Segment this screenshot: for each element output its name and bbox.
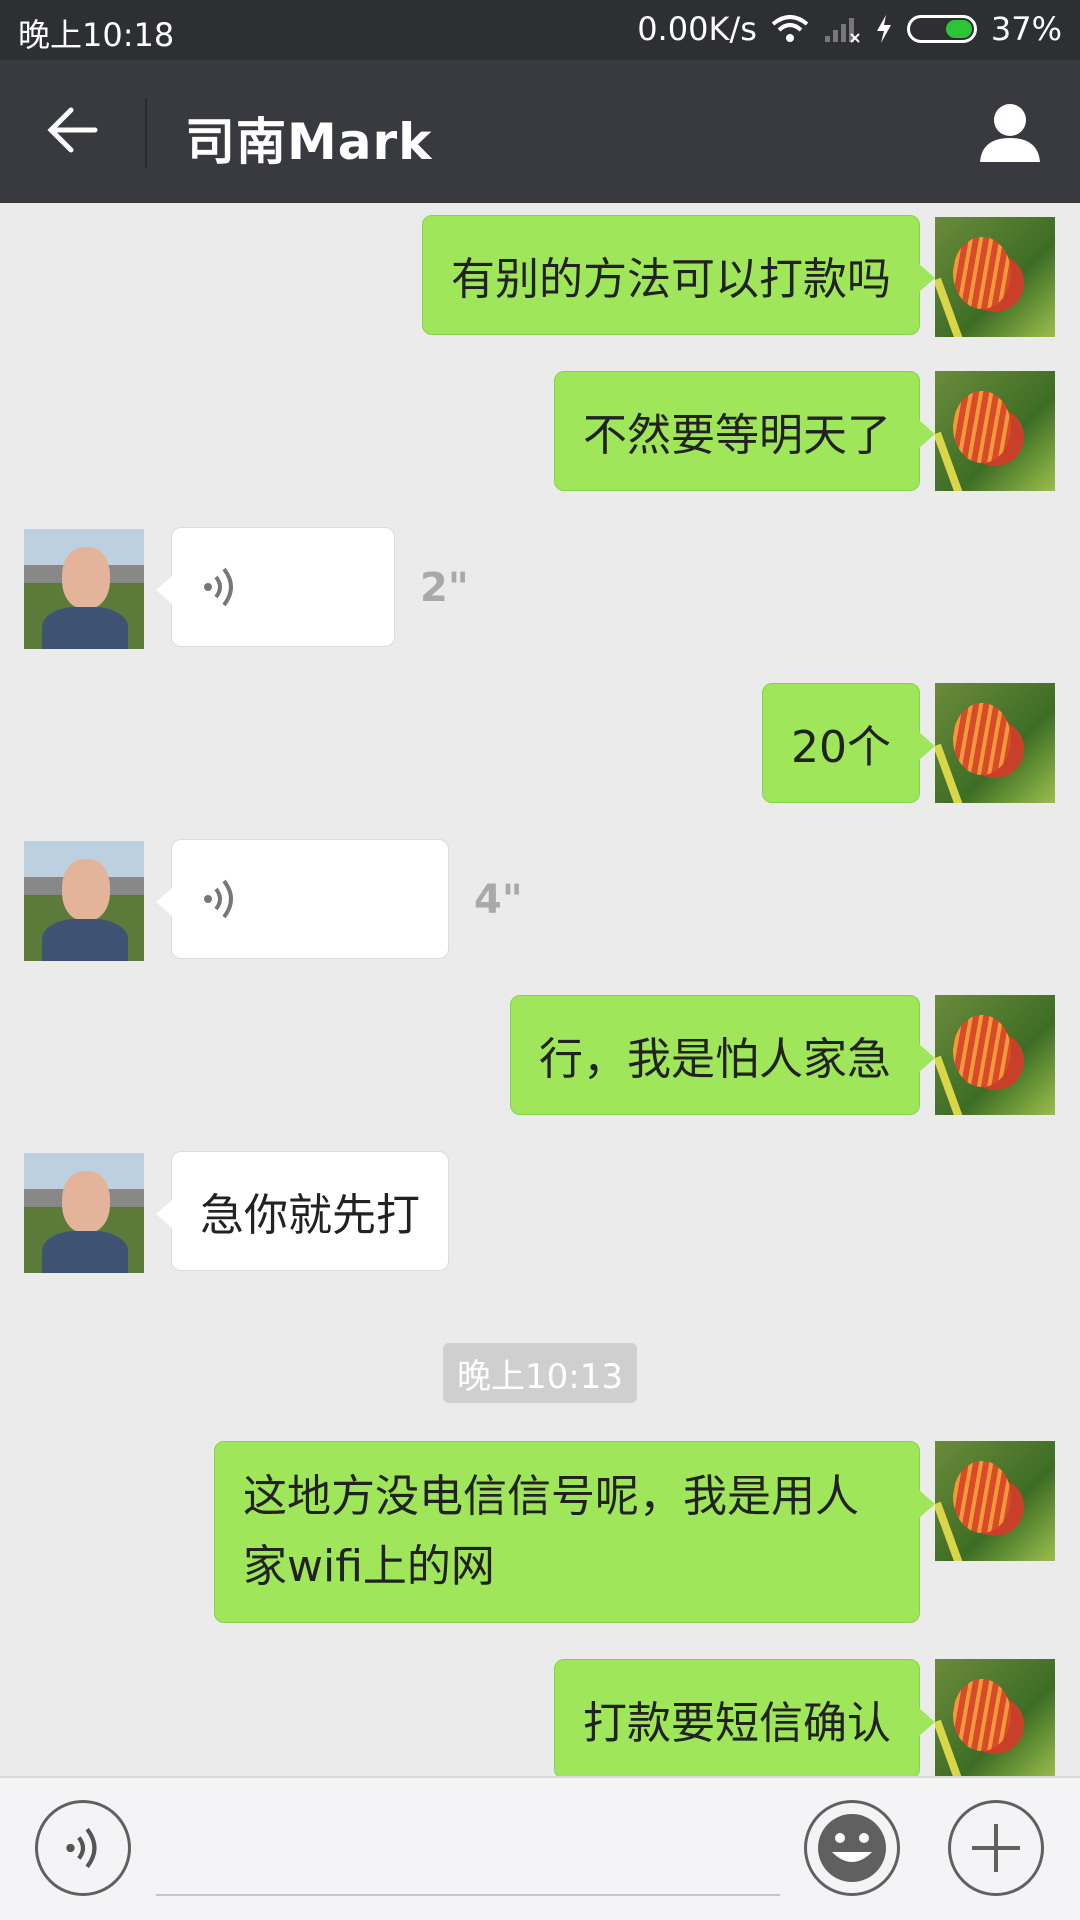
my-avatar[interactable] [935,683,1055,803]
charging-icon [876,15,891,43]
my-avatar[interactable] [935,371,1055,491]
contact-avatar[interactable] [24,841,144,961]
input-bar [0,1776,1080,1920]
voice-message-bubble[interactable] [156,839,449,959]
status-bar: 晚上10:18 0.00K/s 37% [0,0,1080,60]
my-avatar[interactable] [935,217,1055,337]
chat-title: 司南Mark [185,113,433,171]
my-avatar[interactable] [935,1441,1055,1561]
voice-input-button[interactable] [35,1800,131,1896]
plus-icon [972,1824,1020,1872]
contact-avatar[interactable] [24,529,144,649]
profile-icon[interactable] [978,100,1042,164]
contact-avatar[interactable] [24,1153,144,1273]
message-bubble[interactable]: 20个 [762,683,935,803]
time-divider: 晚上10:13 [443,1343,637,1403]
nav-divider [145,98,147,168]
status-time: 晚上10:18 [18,16,175,54]
message-bubble[interactable]: 行，我是怕人家急 [510,995,935,1115]
voice-wave-icon [204,879,233,919]
status-right: 0.00K/s 37% [637,10,1062,48]
voice-message-bubble[interactable] [156,527,395,647]
battery-icon [906,15,977,43]
my-avatar[interactable] [935,1659,1055,1776]
message-bubble[interactable]: 急你就先打 [156,1151,449,1271]
voice-duration: 4" [474,877,523,923]
network-speed: 0.00K/s [637,10,757,48]
wifi-icon [771,15,809,42]
chat-area[interactable]: 有别的方法可以打款吗 不然要等明天了 2" 20个 4" 行，我是怕人家急 急你… [0,203,1080,1776]
emoji-button[interactable] [804,1800,900,1896]
message-bubble[interactable]: 打款要短信确认 [554,1659,935,1776]
message-bubble[interactable]: 有别的方法可以打款吗 [422,215,935,335]
nav-bar: 司南Mark [0,60,1080,203]
battery-percent: 37% [990,10,1062,48]
more-button[interactable] [948,1800,1044,1896]
message-bubble[interactable]: 不然要等明天了 [554,371,935,491]
message-input[interactable] [156,1894,780,1896]
back-arrow-icon[interactable] [45,102,101,158]
voice-wave-icon [204,567,233,607]
voice-icon [66,1827,97,1869]
emoji-icon [818,1814,886,1882]
signal-icon [824,18,860,43]
message-bubble[interactable]: 这地方没电信信号呢，我是用人家wifi上的网 [214,1441,935,1623]
my-avatar[interactable] [935,995,1055,1115]
voice-duration: 2" [420,565,469,611]
